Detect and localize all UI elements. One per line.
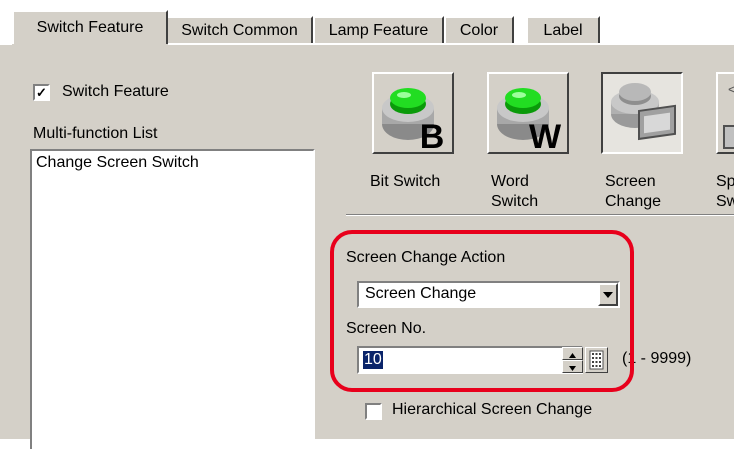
tab-label-tab[interactable]: Label <box>526 16 600 43</box>
highlight-annotation <box>330 230 634 392</box>
tab-baseline <box>0 43 12 45</box>
tab-label: Label <box>543 21 583 39</box>
bit-switch-label: Bit Switch <box>370 173 441 190</box>
screen-change-label: Screen Change <box>605 172 661 212</box>
svg-text:B: B <box>420 118 445 152</box>
special-switch-label: Sp Sw <box>716 172 734 212</box>
screen-change-label-line: Change <box>605 193 662 210</box>
green-button-b-icon: B <box>382 88 445 156</box>
checkmark-icon: ✓ <box>36 85 47 100</box>
screen-change-label-line: Screen <box>605 173 656 190</box>
special-switch-icon: < <box>723 81 734 149</box>
word-switch-label: Word Switch <box>491 172 538 212</box>
word-switch-button[interactable]: W <box>487 72 569 156</box>
switch-feature-checkbox[interactable]: ✓ <box>33 84 50 101</box>
screen-change-icon <box>611 83 676 141</box>
word-switch-label-line: Word <box>491 173 529 190</box>
tab-label: Switch Feature <box>36 19 144 36</box>
svg-text:<: < <box>728 81 734 97</box>
section-divider <box>346 214 734 216</box>
tab-switch-feature[interactable]: Switch Feature <box>12 10 168 44</box>
switch-feature-label: Switch Feature <box>62 83 169 100</box>
multi-function-heading: Multi-function List <box>33 125 158 142</box>
tab-label: Switch Common <box>181 21 298 39</box>
tab-color[interactable]: Color <box>444 16 514 43</box>
multi-function-list[interactable]: Change Screen Switch <box>30 149 315 449</box>
list-item[interactable]: Change Screen Switch <box>32 151 313 172</box>
screen-change-button[interactable] <box>601 72 683 154</box>
hierarchical-screen-change-checkbox[interactable] <box>365 403 382 420</box>
green-button-w-icon: W <box>497 88 562 156</box>
tab-lamp-feature[interactable]: Lamp Feature <box>313 16 444 43</box>
special-switch-button[interactable]: < <box>716 72 734 154</box>
tab-label: Color <box>459 21 499 39</box>
special-switch-label-line: Sp <box>716 173 734 190</box>
tab-switch-common[interactable]: Switch Common <box>166 16 313 43</box>
hierarchical-screen-change-label: Hierarchical Screen Change <box>392 401 593 418</box>
tab-label: Lamp Feature <box>328 21 429 39</box>
svg-text:W: W <box>529 118 562 152</box>
tab-baseline <box>168 43 734 45</box>
special-switch-label-line: Sw <box>716 193 734 210</box>
bit-switch-button[interactable]: B <box>372 72 454 156</box>
word-switch-label-line: Switch <box>491 193 539 210</box>
